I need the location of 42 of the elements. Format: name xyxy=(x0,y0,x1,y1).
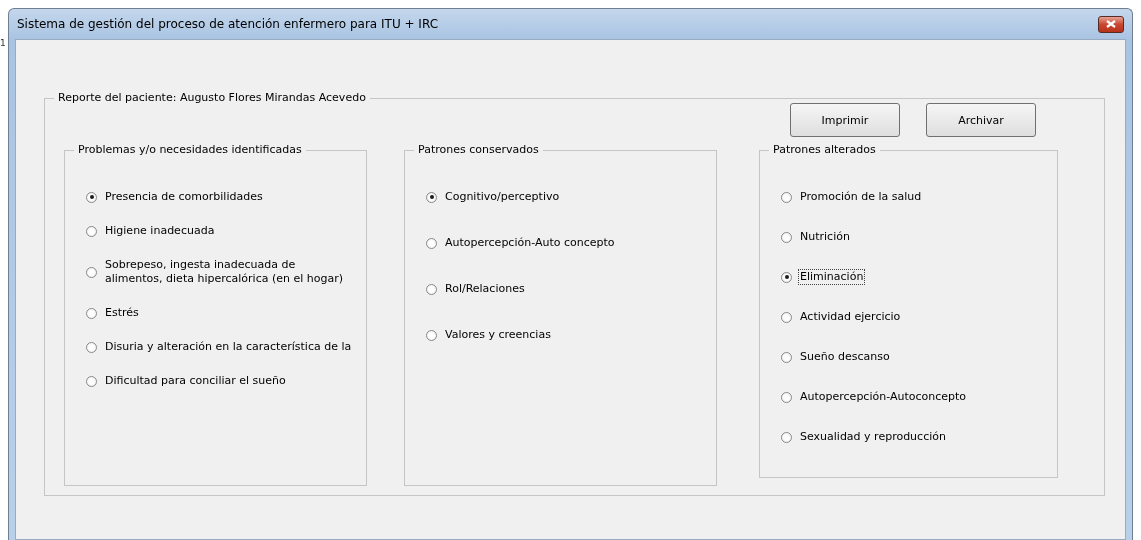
radio-button[interactable] xyxy=(781,431,792,443)
radio-button[interactable] xyxy=(426,283,437,295)
radio-button[interactable] xyxy=(781,351,792,363)
action-button[interactable]: Imprimir xyxy=(790,103,900,137)
radio-button[interactable] xyxy=(86,191,97,203)
radio-button[interactable] xyxy=(781,271,792,283)
radio-button[interactable] xyxy=(426,329,437,341)
radio-button[interactable] xyxy=(781,391,792,403)
option-label: Sueño descanso xyxy=(799,349,891,365)
frame-title: Reporte del paciente: Augusto Flores Mirandas Acevedo xyxy=(54,91,370,105)
radio-button[interactable] xyxy=(781,191,792,203)
radio-button[interactable] xyxy=(426,191,437,203)
option-label: Sexualidad y reproducción xyxy=(799,429,947,445)
radio-button[interactable] xyxy=(781,231,792,243)
radio-button[interactable] xyxy=(86,266,97,278)
option-label: Autopercepción-Autoconcepto xyxy=(799,389,968,405)
option-label: Disuria y alteración en la característica de la xyxy=(104,339,353,355)
radio-button[interactable] xyxy=(86,341,97,353)
option-label: Higiene inadecuada xyxy=(104,223,216,239)
option-label: Rol/Relaciones xyxy=(444,281,526,297)
option-label: Promoción de la salud xyxy=(799,189,923,205)
option-label: Valores y creencias xyxy=(444,327,552,343)
radio-button[interactable] xyxy=(86,375,97,387)
option-label: Presencia de comorbilidades xyxy=(104,189,264,205)
radio-button[interactable] xyxy=(426,237,437,249)
group-title: Problemas y/o necesidades identificadas xyxy=(74,143,306,157)
radio-button[interactable] xyxy=(86,307,97,319)
action-button[interactable]: Archivar xyxy=(926,103,1036,137)
radio-button[interactable] xyxy=(86,225,97,237)
option-label: Cognitivo/perceptivo xyxy=(444,189,561,205)
window-title: Sistema de gestión del proceso de atención enfermero para ITU + IRC xyxy=(17,17,439,31)
close-button[interactable] xyxy=(1098,15,1124,33)
option-label: Actividad ejercicio xyxy=(799,309,902,325)
option-label: Eliminación xyxy=(798,269,866,285)
cell-fragment: 1 xyxy=(0,37,7,50)
close-icon xyxy=(1106,20,1116,28)
option-label: Sobrepeso, ingesta inadecuada de alimentos, dieta hipercalórica (en el hogar) xyxy=(104,257,344,287)
option-label: Nutrición xyxy=(799,229,851,245)
option-label: Dificultad para conciliar el sueño xyxy=(104,373,287,389)
option-label: Estrés xyxy=(104,305,140,321)
radio-button[interactable] xyxy=(781,311,792,323)
option-label: Autopercepción-Auto concepto xyxy=(444,235,616,251)
